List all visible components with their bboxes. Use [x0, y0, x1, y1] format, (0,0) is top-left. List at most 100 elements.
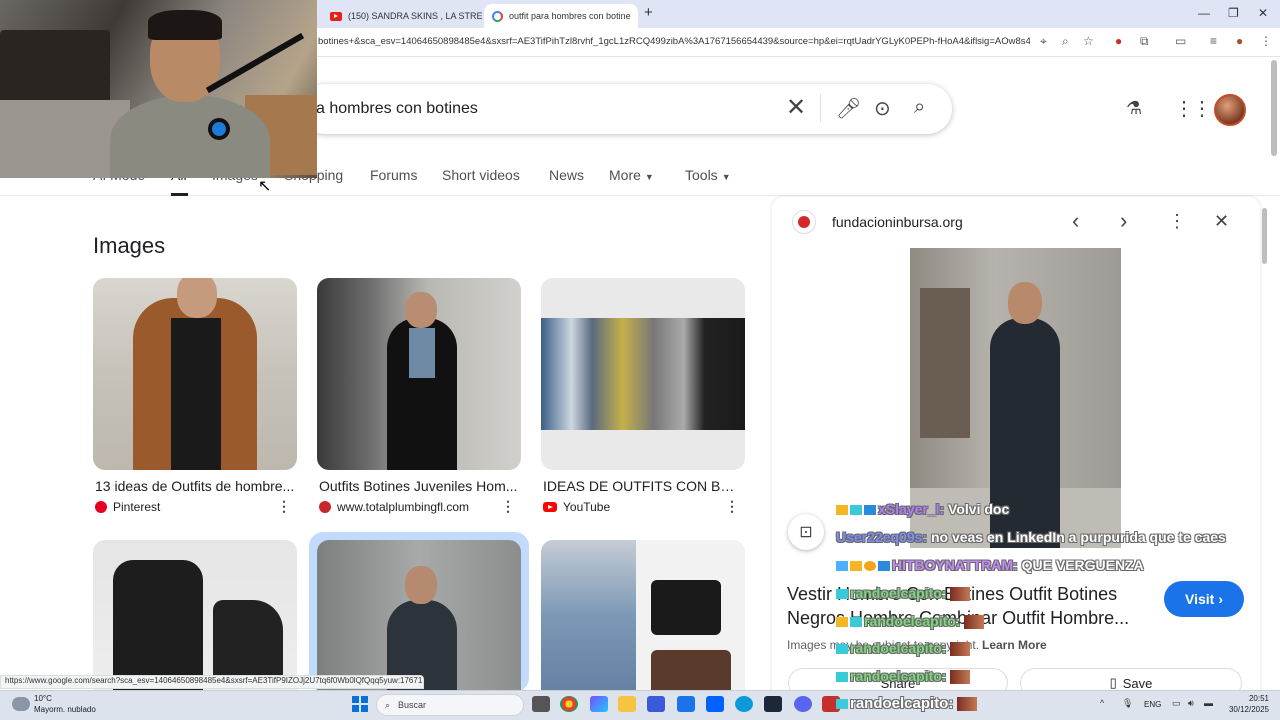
- image-thumbnail[interactable]: [93, 540, 297, 690]
- close-icon[interactable]: ✕: [1214, 211, 1229, 232]
- tab-forums[interactable]: Forums: [370, 167, 417, 183]
- tab-title: outfit para hombres con botine: [509, 11, 631, 21]
- crown-badge-icon: [836, 505, 848, 516]
- tab-news[interactable]: News: [549, 167, 584, 183]
- media-icon[interactable]: ≡: [1210, 34, 1217, 48]
- cast-icon[interactable]: ▭: [1175, 34, 1186, 48]
- streamer-hair: [148, 10, 222, 40]
- chat-text: QUE VERGUENZA: [1017, 557, 1144, 573]
- image-result-card[interactable]: IDEAS DE OUTFITS CON BOT... YouTube ⋮: [541, 278, 745, 514]
- chat-username: xSlayer_l:: [878, 501, 945, 517]
- tab-youtube[interactable]: (150) SANDRA SKINS , LA STRE ✕: [322, 4, 482, 28]
- chat-username: randoelcapito:: [864, 613, 961, 629]
- source-domain[interactable]: fundacioninbursa.org: [832, 214, 963, 230]
- edge-icon[interactable]: [735, 696, 753, 712]
- image-result-card[interactable]: [93, 540, 297, 690]
- chat-text: no veas en LinkedIn a purpurida que te c…: [927, 529, 1226, 545]
- image-result-title[interactable]: IDEAS DE OUTFITS CON BOT...: [543, 478, 745, 494]
- volume-icon[interactable]: 🔊︎: [1188, 698, 1194, 709]
- visit-button[interactable]: Visit ›: [1164, 581, 1244, 617]
- labs-flask-icon[interactable]: ⚗: [1126, 98, 1142, 119]
- emote-icon: [957, 697, 978, 712]
- clock-date[interactable]: 30/12/2025: [1215, 705, 1269, 714]
- more-options-icon[interactable]: ⋮: [501, 498, 515, 515]
- tab-more[interactable]: More ▼: [609, 167, 654, 183]
- microphone-icon[interactable]: 🎙︎: [1122, 698, 1133, 709]
- profile-icon[interactable]: ●: [1236, 34, 1243, 48]
- panel-scrollbar[interactable]: [1262, 208, 1267, 264]
- weather-temperature[interactable]: 10°C: [34, 694, 52, 703]
- voice-search-icon[interactable]: 🎤︎: [836, 96, 861, 121]
- tools-button[interactable]: Tools ▼: [685, 167, 731, 183]
- battery-icon[interactable]: ▬: [1204, 698, 1213, 708]
- image-result-title[interactable]: 13 ideas de Outfits de hombre...: [95, 478, 297, 494]
- more-options-icon[interactable]: ⋮: [277, 498, 291, 515]
- chat-message: randoelcapito:: [836, 640, 971, 657]
- search-input[interactable]: a hombres con botines: [316, 100, 478, 118]
- chat-username: randoelcapito:: [850, 585, 947, 601]
- discord-icon[interactable]: [794, 696, 812, 712]
- mail-icon[interactable]: [677, 696, 695, 712]
- steam-icon[interactable]: [764, 696, 782, 712]
- clock-time[interactable]: 20:51: [1227, 694, 1269, 703]
- close-tab-icon[interactable]: ✕: [637, 10, 638, 23]
- clear-search-icon[interactable]: ✕: [786, 93, 806, 122]
- extension-record-icon[interactable]: ●: [1115, 34, 1122, 48]
- image-thumbnail[interactable]: [93, 278, 297, 470]
- learn-more-link[interactable]: Learn More: [982, 638, 1047, 652]
- search-icon[interactable]: ⌕: [914, 96, 925, 119]
- chat-username: HITBOYNATTRAM:: [892, 557, 1018, 573]
- next-icon[interactable]: ›: [1120, 208, 1127, 234]
- image-result-source[interactable]: www.totalplumbingfl.com: [319, 500, 469, 514]
- lens-camera-icon[interactable]: ⊙: [874, 96, 891, 121]
- menu-icon[interactable]: ⋮: [1260, 34, 1272, 48]
- chat-username: randoelcapito:: [850, 668, 947, 684]
- copilot-icon[interactable]: [590, 696, 608, 712]
- start-button[interactable]: [352, 696, 368, 712]
- bookmark-star-icon[interactable]: ☆: [1083, 34, 1094, 48]
- page-scrollbar[interactable]: [1271, 60, 1277, 156]
- address-bar[interactable]: botines+&sca_esv=14064650898485e4&sxsrf=…: [318, 36, 1030, 47]
- zoom-icon[interactable]: ⌕: [1062, 34, 1069, 49]
- image-result-card[interactable]: 13 ideas de Outfits de hombre... Pintere…: [93, 278, 297, 514]
- image-result-title[interactable]: Outfits Botines Juveniles Hom...: [319, 478, 521, 494]
- image-result-card[interactable]: Outfits Botines Juveniles Hom... www.tot…: [317, 278, 521, 514]
- minimize-button[interactable]: —: [1198, 6, 1210, 20]
- chevron-right-icon: ›: [1218, 591, 1223, 607]
- new-tab-button[interactable]: +: [644, 4, 653, 21]
- cloud-icon[interactable]: [12, 697, 30, 711]
- weather-description[interactable]: Mayorm. nublado: [34, 705, 96, 714]
- location-icon[interactable]: ⌖: [1040, 34, 1047, 49]
- emote-icon: [964, 615, 985, 630]
- more-options-icon[interactable]: ⋮: [725, 498, 739, 515]
- source-name: Pinterest: [113, 500, 161, 514]
- chevron-up-icon[interactable]: ^: [1100, 698, 1104, 708]
- image-thumbnail[interactable]: [317, 278, 521, 470]
- image-result-card-selected[interactable]: [317, 540, 521, 690]
- taskbar-search[interactable]: ⌕ Buscar: [376, 694, 524, 716]
- store-icon[interactable]: [647, 696, 665, 712]
- lens-search-icon[interactable]: ⊡: [788, 514, 824, 550]
- emote-icon: [950, 587, 971, 602]
- image-result-source[interactable]: YouTube: [543, 500, 610, 514]
- tab-google-search[interactable]: outfit para hombres con botine ✕: [484, 4, 638, 28]
- avatar[interactable]: [1214, 94, 1246, 126]
- close-window-button[interactable]: ✕: [1258, 6, 1268, 20]
- restore-button[interactable]: ❐: [1228, 6, 1239, 20]
- image-thumbnail[interactable]: [317, 540, 521, 690]
- file-explorer-icon[interactable]: [618, 696, 636, 712]
- chrome-icon[interactable]: [560, 696, 578, 712]
- image-thumbnail[interactable]: [541, 278, 745, 470]
- image-result-card[interactable]: [541, 540, 745, 690]
- language-indicator[interactable]: ENG: [1144, 700, 1161, 709]
- network-icon[interactable]: ▭: [1172, 698, 1181, 709]
- previous-icon[interactable]: ‹: [1072, 208, 1079, 234]
- image-result-source[interactable]: Pinterest: [95, 500, 160, 514]
- task-view-icon[interactable]: [532, 696, 550, 712]
- more-options-icon[interactable]: ⋮: [1168, 211, 1186, 232]
- site-logo-icon: [792, 210, 816, 234]
- dropbox-icon[interactable]: [706, 696, 724, 712]
- tab-short-videos[interactable]: Short videos: [442, 167, 520, 183]
- extensions-icon[interactable]: ⧉: [1140, 34, 1149, 49]
- image-thumbnail[interactable]: [541, 540, 745, 690]
